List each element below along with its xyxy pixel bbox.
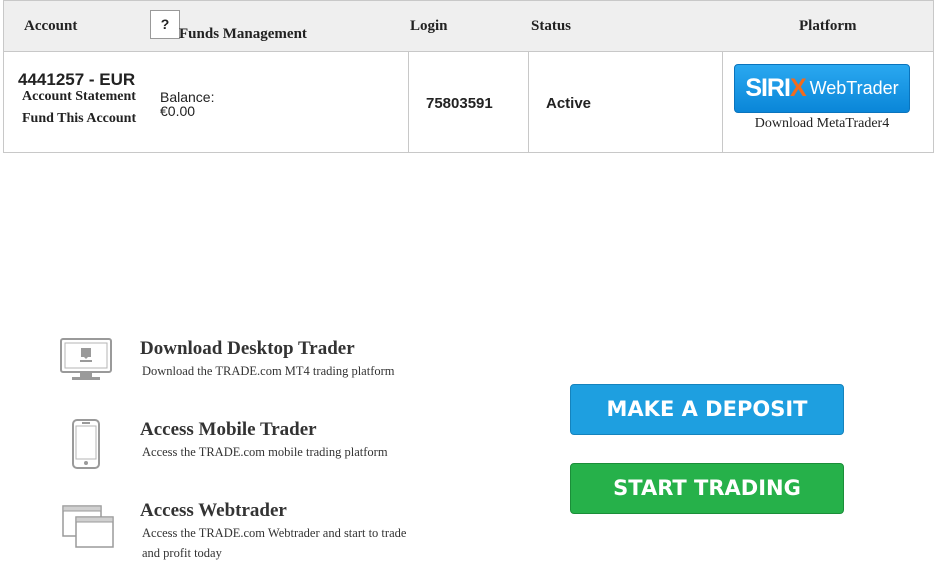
promo-description: and profit today — [142, 546, 222, 560]
column-divider — [528, 52, 529, 152]
download-desktop-trader-link[interactable]: Download Desktop Trader — [140, 338, 355, 360]
account-statement-link[interactable]: Account Statement — [22, 89, 136, 105]
header-funds-management: Funds Management — [179, 26, 307, 42]
mobile-phone-icon — [72, 419, 100, 474]
access-mobile-trader-link[interactable]: Access Mobile Trader — [140, 419, 317, 441]
fund-this-account-link[interactable]: Fund This Account — [22, 111, 136, 127]
browser-windows-icon — [62, 505, 114, 554]
promo-description: Access the TRADE.com mobile trading plat… — [142, 445, 388, 459]
header-login: Login — [410, 18, 448, 34]
make-deposit-button[interactable]: MAKE A DEPOSIT — [570, 384, 844, 435]
sirix-logo: SIRIX — [745, 74, 806, 102]
desktop-download-icon — [60, 338, 112, 387]
header-platform: Platform — [799, 18, 857, 34]
webtrader-label: WebTrader — [809, 78, 899, 98]
download-metatrader4-link[interactable]: Download MetaTrader4 — [734, 116, 910, 132]
promo-description: Access the TRADE.com Webtrader and start… — [142, 526, 407, 540]
help-button[interactable]: ? — [150, 10, 180, 39]
header-account: Account — [24, 18, 78, 34]
header-status: Status — [531, 18, 572, 34]
account-number: 4441257 - EUR — [18, 70, 136, 89]
sirix-webtrader-button[interactable]: SIRIX WebTrader — [734, 64, 910, 113]
table-header: Account ? Funds Management Login Status … — [4, 1, 933, 52]
column-divider — [408, 52, 409, 152]
login-value: 75803591 — [426, 95, 493, 112]
start-trading-button[interactable]: START TRADING — [570, 463, 844, 514]
access-webtrader-link[interactable]: Access Webtrader — [140, 500, 287, 522]
column-divider — [722, 52, 723, 152]
status-value: Active — [546, 95, 592, 112]
balance-value: €0.00 — [160, 103, 196, 119]
promo-description: Download the TRADE.com MT4 trading platf… — [142, 364, 395, 378]
